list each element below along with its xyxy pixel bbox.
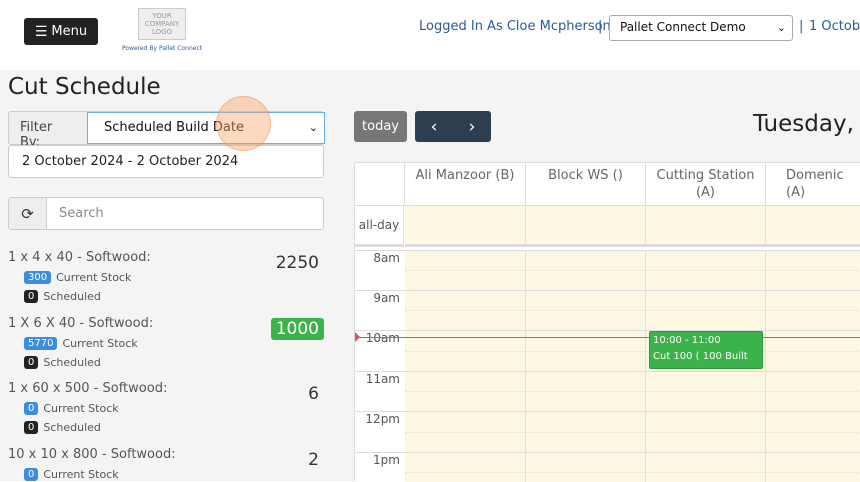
all-day-label: all-day: [355, 206, 404, 247]
time-label: 1pm: [373, 453, 400, 467]
all-day-cell[interactable]: [766, 206, 860, 247]
hour-line: [355, 452, 860, 453]
hour-line: [355, 330, 860, 331]
prev-button[interactable]: ‹: [415, 111, 453, 142]
page-title: Cut Schedule: [8, 74, 161, 100]
filter-select[interactable]: Scheduled Build Date ⌄: [87, 112, 325, 144]
time-label: 11am: [365, 372, 400, 386]
time-column-header: [355, 163, 405, 206]
top-bar: ☰ Menu YOUR COMPANY LOGO Powered By Pall…: [0, 0, 860, 70]
cursor-highlight: [216, 96, 271, 151]
product-name: 10 x 10 x 800 - Softwood:: [8, 447, 176, 462]
chevron-right-icon: ›: [468, 116, 476, 137]
half-hour-line: [405, 310, 860, 311]
chevron-left-icon: ‹: [430, 116, 438, 137]
half-hour-line: [405, 351, 860, 352]
product-total: 2: [308, 450, 319, 470]
all-day-cell[interactable]: [405, 206, 526, 247]
search-group: ⟳ Search: [8, 197, 324, 230]
scheduled-line: 0 Scheduled: [24, 290, 324, 303]
separator: |: [598, 19, 603, 34]
stock-label: Current Stock: [43, 468, 119, 481]
event-title: Cut 100 ( 100 Built: [653, 351, 748, 362]
hour-line: [355, 411, 860, 412]
scheduled-badge: 0: [24, 421, 39, 434]
half-hour-line: [405, 391, 860, 392]
stock-badge: 5770: [24, 337, 58, 350]
product-item[interactable]: 1 x 4 x 40 - Softwood: 2250 300 Current …: [8, 250, 324, 303]
company-logo: YOUR COMPANY LOGO: [138, 8, 186, 40]
product-item[interactable]: 10 x 10 x 800 - Softwood: 2 0 Current St…: [8, 447, 324, 481]
stock-label: Current Stock: [56, 271, 132, 284]
resource-column[interactable]: [526, 250, 646, 482]
today-button[interactable]: today: [354, 111, 407, 142]
time-label: 8am: [373, 251, 400, 265]
scheduled-label: Scheduled: [43, 421, 101, 434]
filter-group: Filter By: Scheduled Build Date ⌄: [8, 111, 325, 150]
resource-column[interactable]: [766, 250, 860, 482]
stock-badge: 0: [24, 402, 39, 415]
menu-label: Menu: [51, 24, 88, 39]
refresh-icon: ⟳: [21, 204, 34, 223]
next-button[interactable]: ›: [453, 111, 491, 142]
product-item[interactable]: 1 x 60 x 500 - Softwood: 6 0 Current Sto…: [8, 381, 324, 434]
stock-label: Current Stock: [43, 402, 119, 415]
search-input[interactable]: Search: [59, 206, 104, 221]
date-range-input[interactable]: 2 October 2024 - 2 October 2024: [8, 145, 324, 178]
company-select[interactable]: Pallet Connect Demo ⌄: [609, 15, 793, 41]
hour-line: [355, 371, 860, 372]
calendar-event[interactable]: 10:00 - 11:00 Cut 100 ( 100 Built: [649, 331, 763, 369]
logged-in-link[interactable]: Logged In As Cloe Mcpherson: [419, 19, 611, 34]
company-select-value: Pallet Connect Demo: [620, 20, 746, 34]
time-label: 9am: [373, 291, 400, 305]
all-day-cell[interactable]: [646, 206, 766, 247]
filter-label: Filter By:: [20, 120, 53, 150]
all-day-cell[interactable]: [526, 206, 646, 247]
refresh-button[interactable]: ⟳: [9, 198, 47, 229]
scheduled-badge: 0: [24, 290, 39, 303]
date-link[interactable]: 1 October: [809, 19, 860, 34]
product-total: 6: [308, 384, 319, 404]
scheduled-line: 0 Scheduled: [24, 421, 324, 434]
stock-badge: 300: [24, 271, 52, 284]
hamburger-icon: ☰: [34, 23, 48, 40]
stock-label: Current Stock: [62, 337, 138, 350]
stock-line: 0 Current Stock: [24, 402, 324, 415]
column-header: Block WS (): [526, 163, 646, 206]
current-time-arrow-icon: [355, 332, 360, 342]
scheduled-label: Scheduled: [43, 356, 101, 369]
product-name: 1 x 60 x 500 - Softwood:: [8, 381, 168, 396]
column-header: Domenic (A): [766, 163, 860, 206]
separator: |: [799, 19, 804, 34]
calendar-grid: Ali Manzoor (B) Block WS () Cutting Stat…: [354, 162, 860, 482]
product-item[interactable]: 1 X 6 X 40 - Softwood: 1000 5770 Current…: [8, 316, 324, 369]
time-label: 10am: [365, 331, 400, 345]
chevron-down-icon: ⌄: [308, 121, 318, 134]
hour-line: [355, 290, 860, 291]
product-total: 2250: [275, 253, 319, 273]
hour-line: [355, 250, 860, 251]
chevron-down-icon: ⌄: [776, 21, 786, 34]
calendar-title: Tuesday, O: [753, 111, 860, 137]
time-label: 12pm: [365, 412, 400, 426]
powered-by-text: Powered By Pallet Connect: [122, 45, 203, 52]
stock-line: 0 Current Stock: [24, 468, 324, 481]
menu-button[interactable]: ☰ Menu: [24, 18, 98, 45]
half-hour-line: [405, 432, 860, 433]
scheduled-label: Scheduled: [43, 290, 101, 303]
calendar-nav: ‹ ›: [415, 111, 491, 142]
current-time-line: [355, 337, 860, 338]
column-header: Ali Manzoor (B): [405, 163, 526, 206]
stock-badge: 0: [24, 468, 39, 481]
product-total: 1000: [270, 318, 324, 340]
scheduled-badge: 0: [24, 356, 39, 369]
half-hour-line: [405, 472, 860, 473]
scheduled-line: 0 Scheduled: [24, 356, 324, 369]
half-hour-line: [405, 270, 860, 271]
event-time: 10:00 - 11:00: [653, 335, 721, 346]
column-header: Cutting Station (A): [646, 163, 766, 206]
resource-column[interactable]: [405, 250, 526, 482]
